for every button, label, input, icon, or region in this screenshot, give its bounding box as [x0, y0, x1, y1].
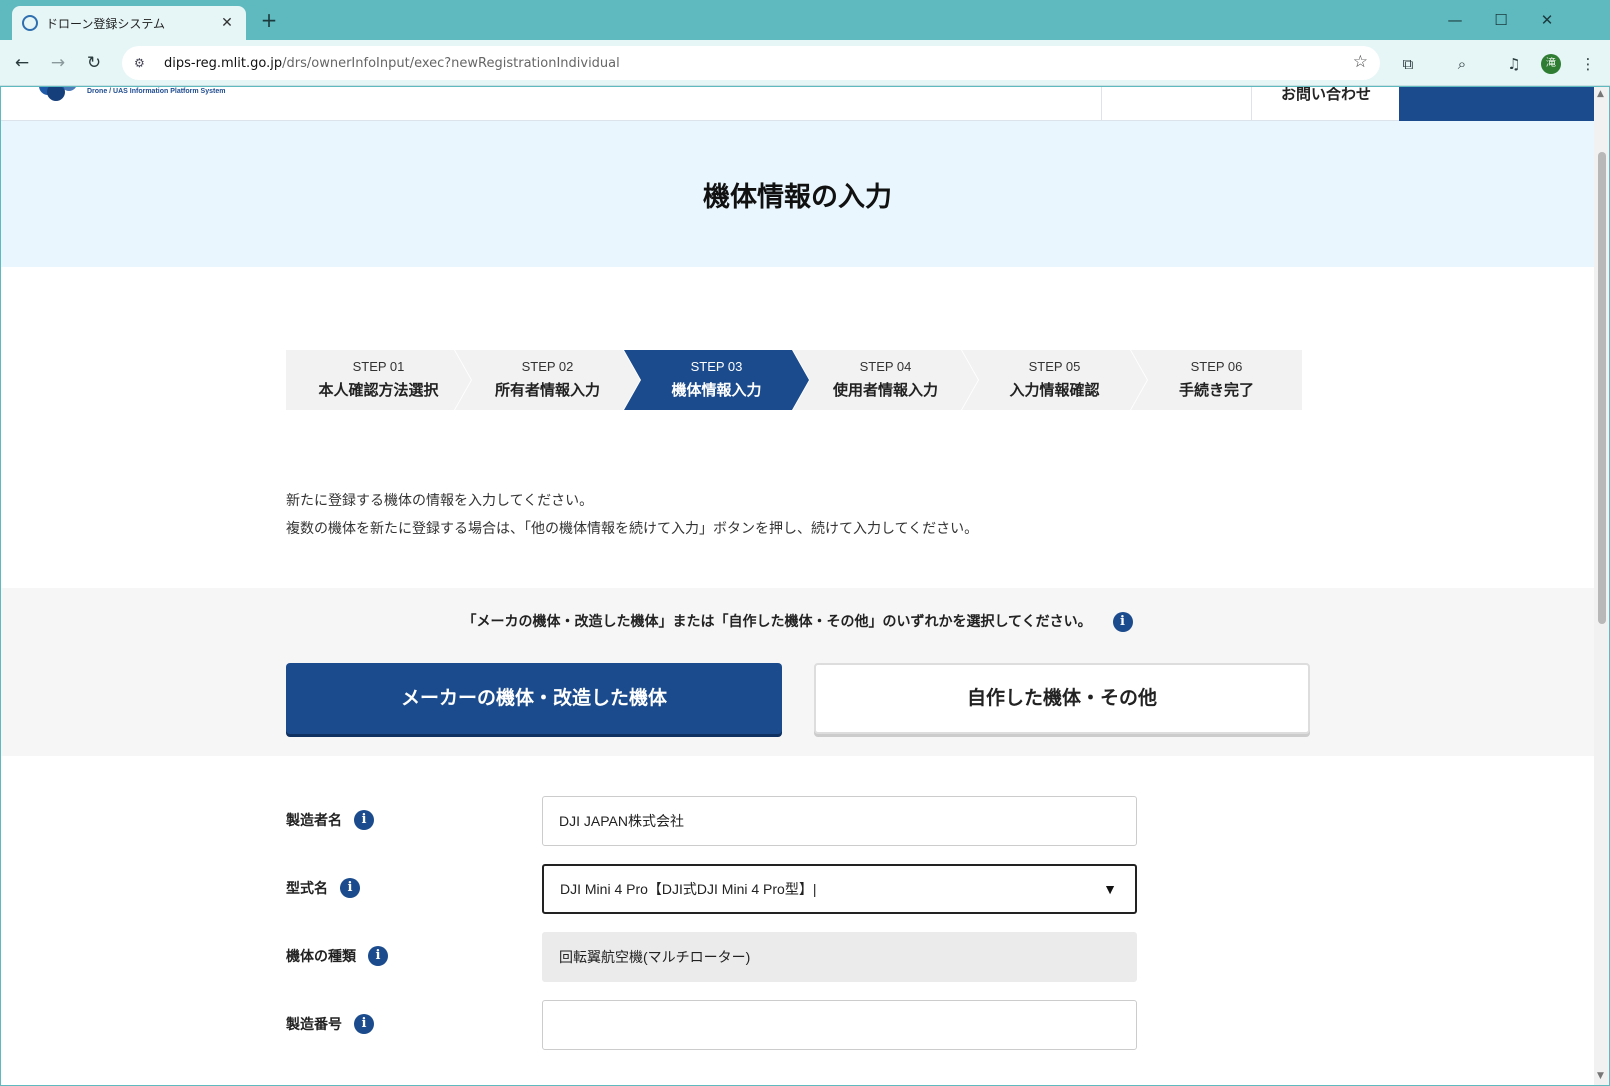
site-logo-icon[interactable] — [35, 87, 79, 103]
site-settings-icon[interactable]: ⚙ — [134, 56, 154, 70]
lens-icon[interactable]: ⌕ — [1450, 52, 1474, 76]
aircraft-type-row: 機体の種類 i 回転翼航空機(マルチローター) — [286, 932, 1146, 982]
minimize-icon[interactable]: — — [1432, 6, 1478, 34]
step-name: 使用者情報入力 — [832, 381, 938, 399]
scrollbar-thumb[interactable] — [1598, 152, 1606, 624]
maker-aircraft-button[interactable]: メーカーの機体・改造した機体 — [286, 663, 782, 734]
browser-toolbar: ← → ↻ ⚙ dips-reg.mlit.go.jp/drs/ownerInf… — [0, 40, 1610, 86]
step-name: 所有者情報入力 — [494, 381, 600, 399]
step-item: STEP 06 手続き完了 — [1131, 350, 1302, 410]
address-bar[interactable]: ⚙ dips-reg.mlit.go.jp/drs/ownerInfoInput… — [122, 46, 1380, 80]
choice-question-text: 「メーカの機体・改造した機体」または「自作した機体・その他」のいずれかを選択して… — [462, 614, 1092, 630]
step-number: STEP 03 — [690, 359, 743, 374]
manufacturer-input[interactable]: DJI JAPAN株式会社 — [542, 796, 1137, 846]
step-number: STEP 04 — [859, 359, 912, 374]
page-viewport: Drone / UAS Information Platform System … — [1, 87, 1594, 1085]
aircraft-type-label-text: 機体の種類 — [286, 949, 356, 965]
step-item: STEP 05 入力情報確認 — [962, 350, 1147, 410]
step-number: STEP 02 — [521, 359, 574, 374]
serial-number-label: 製造番号 i — [286, 1014, 374, 1034]
step-item: STEP 01 本人確認方法選択 — [286, 350, 471, 410]
page-scrollbar[interactable]: ▲ ▼ — [1594, 87, 1609, 1085]
self-built-aircraft-button[interactable]: 自作した機体・その他 — [814, 663, 1310, 734]
info-icon[interactable]: i — [340, 878, 360, 898]
back-icon[interactable]: ← — [8, 49, 36, 77]
profile-avatar[interactable]: 滝 — [1541, 54, 1561, 74]
contact-link[interactable]: お問い合わせ — [1251, 87, 1401, 104]
page-hero: 機体情報の入力 — [1, 121, 1594, 267]
menu-icon[interactable]: ⋮ — [1576, 52, 1600, 76]
step-name: 入力情報確認 — [1009, 381, 1100, 399]
manufacturer-row: 製造者名 i DJI JAPAN株式会社 — [286, 796, 1146, 846]
logo-subtitle: Drone / UAS Information Platform System — [87, 88, 226, 95]
star-icon[interactable]: ☆ — [1353, 52, 1368, 72]
info-icon[interactable]: i — [354, 1014, 374, 1034]
serial-number-label-text: 製造番号 — [286, 1017, 342, 1033]
step-number: STEP 05 — [1028, 359, 1081, 374]
forward-icon[interactable]: → — [44, 49, 72, 77]
step-name: 本人確認方法選択 — [318, 381, 439, 399]
tab-close-icon[interactable]: ✕ — [218, 15, 236, 31]
model-row: 型式名 i DJI Mini 4 Pro【DJI式DJI Mini 4 Pro型… — [286, 864, 1146, 914]
url-host: dips-reg.mlit.go.jp — [164, 55, 283, 71]
step-item-current: STEP 03 機体情報入力 — [624, 350, 809, 410]
manufacturer-label: 製造者名 i — [286, 810, 374, 830]
page-title: 機体情報の入力 — [703, 182, 892, 213]
manufacturer-label-text: 製造者名 — [286, 813, 342, 829]
close-window-icon[interactable]: ✕ — [1524, 6, 1570, 34]
reload-icon[interactable]: ↻ — [80, 49, 108, 77]
step-item: STEP 04 使用者情報入力 — [793, 350, 978, 410]
header-nav-cell[interactable] — [1101, 87, 1251, 121]
site-header: Drone / UAS Information Platform System … — [1, 87, 1594, 121]
tab-title: ドローン登録システム — [46, 16, 166, 31]
maximize-icon[interactable]: ☐ — [1478, 6, 1524, 34]
step-item: STEP 02 所有者情報入力 — [455, 350, 640, 410]
step-name: 機体情報入力 — [671, 381, 762, 399]
aircraft-origin-choice: 「メーカの機体・改造した機体」または「自作した機体・その他」のいずれかを選択して… — [1, 588, 1594, 756]
serial-number-input[interactable] — [542, 1000, 1137, 1050]
info-icon[interactable]: i — [368, 946, 388, 966]
info-icon[interactable]: i — [354, 810, 374, 830]
url-path: /drs/ownerInfoInput/exec?newRegistration… — [282, 55, 620, 71]
intro-text: 新たに登録する機体の情報を入力してください。 複数の機体を新たに登録する場合は、… — [286, 487, 978, 543]
step-number: STEP 06 — [1190, 359, 1243, 374]
model-label: 型式名 i — [286, 878, 360, 898]
dropdown-caret-icon[interactable]: ▼ — [1103, 866, 1117, 912]
step-name: 手続き完了 — [1178, 381, 1254, 399]
scroll-up-icon[interactable]: ▲ — [1597, 89, 1604, 99]
intro-line: 複数の機体を新たに登録する場合は、「他の機体情報を続けて入力」ボタンを押し、続け… — [286, 521, 979, 537]
step-indicator: STEP 01 本人確認方法選択 STEP 02 所有者情報入力 STEP 03… — [286, 350, 1302, 410]
new-tab-button[interactable]: + — [256, 8, 282, 34]
model-label-text: 型式名 — [286, 881, 328, 897]
scroll-down-icon[interactable]: ▼ — [1597, 1071, 1604, 1081]
extensions-icon[interactable]: ⧉ — [1396, 52, 1420, 76]
site-favicon-icon — [22, 15, 38, 31]
model-select[interactable]: DJI Mini 4 Pro【DJI式DJI Mini 4 Pro型】| ▼ — [542, 864, 1137, 914]
step-number: STEP 01 — [352, 359, 405, 374]
header-menu-button[interactable] — [1399, 87, 1594, 121]
serial-number-row: 製造番号 i — [286, 1000, 1146, 1050]
aircraft-type-label: 機体の種類 i — [286, 946, 388, 966]
intro-line: 新たに登録する機体の情報を入力してください。 — [286, 493, 594, 509]
browser-tab[interactable]: ドローン登録システム ✕ — [12, 6, 246, 40]
media-icon[interactable]: ♫ — [1502, 52, 1526, 76]
choice-question: 「メーカの機体・改造した機体」または「自作した機体・その他」のいずれかを選択して… — [1, 611, 1594, 632]
info-icon[interactable]: i — [1112, 612, 1133, 632]
aircraft-type-field: 回転翼航空機(マルチローター) — [542, 932, 1137, 982]
model-select-value: DJI Mini 4 Pro【DJI式DJI Mini 4 Pro型】| — [560, 881, 817, 897]
browser-tab-bar: ドローン登録システム ✕ + — ☐ ✕ — [0, 0, 1610, 40]
